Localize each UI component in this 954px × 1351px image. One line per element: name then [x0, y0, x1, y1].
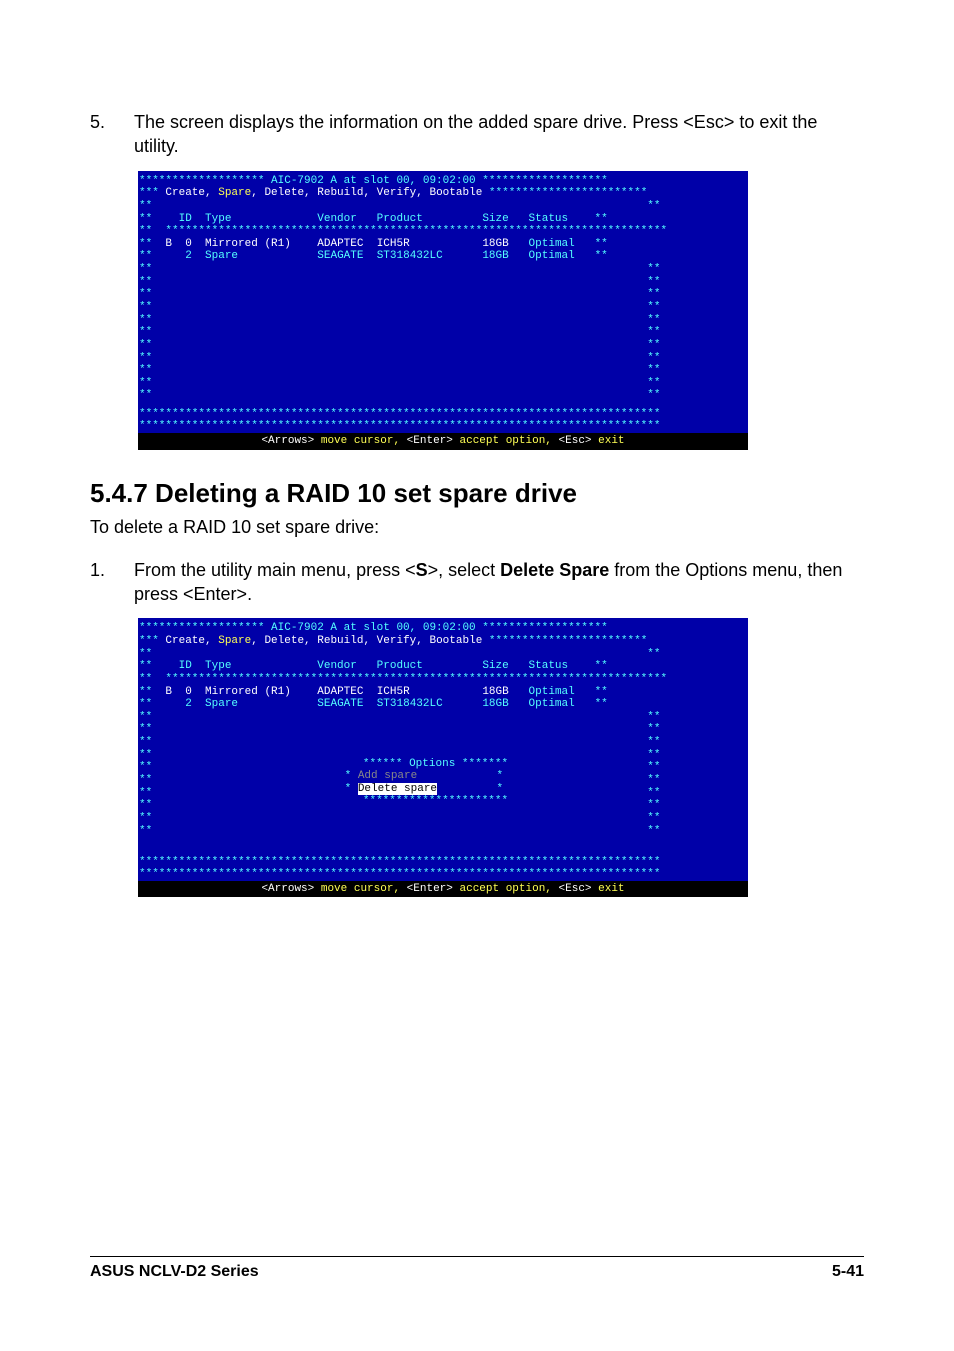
help-esc: <Esc> — [559, 435, 592, 447]
footer-left: ASUS NCLV-D2 Series — [90, 1263, 259, 1281]
menu-spare-selected: Spare — [218, 187, 251, 199]
col-size: Size — [482, 213, 508, 225]
stars-icon: *** — [139, 187, 165, 199]
col-id: ID — [179, 213, 192, 225]
step-1-number: 1. — [90, 558, 134, 607]
menu-spare-selected: Spare — [218, 635, 251, 647]
section-subtext: To delete a RAID 10 set spare drive: — [90, 517, 864, 538]
menu-bootable: Bootable — [429, 187, 482, 199]
bios2-row-2: ** 2 Spare SEAGATE ST318432LC 18GB Optim… — [138, 698, 748, 711]
options-popup: ****** Options ******* * Add spare * * D… — [338, 758, 533, 809]
menu-verify: Verify — [377, 187, 417, 199]
bios1-bottom2: ****************************************… — [138, 420, 748, 433]
bios1-row-2: ** 2 Spare SEAGATE ST318432LC 18GB Optim… — [138, 250, 748, 263]
col-product: Product — [377, 213, 423, 225]
bios2-title: ******************* AIC-7902 A at slot 0… — [138, 622, 748, 635]
bios2-menu: *** Create, Spare, Delete, Rebuild, Veri… — [138, 635, 748, 648]
help-enter: <Enter> — [407, 435, 453, 447]
page-footer: ASUS NCLV-D2 Series 5-41 — [90, 1256, 864, 1281]
bios1-data-area: ** B 0 Mirrored (R1) ADAPTEC ICH5R 18GB … — [138, 238, 748, 408]
bios1-spacer-row: ** ** — [138, 200, 748, 213]
bios2-data-area: ** B 0 Mirrored (R1) ADAPTEC ICH5R 18GB … — [138, 686, 748, 856]
menu-create: Create — [165, 187, 205, 199]
options-popup-title: ****** Options ******* — [338, 758, 533, 771]
bios2-helpbar: <Arrows> move cursor, <Enter> accept opt… — [138, 881, 748, 898]
menu-rebuild: Rebuild — [317, 187, 363, 199]
col-type: Type — [205, 213, 231, 225]
bios2-row-1: ** B 0 Mirrored (R1) ADAPTEC ICH5R 18GB … — [138, 686, 748, 699]
help-arrows: <Arrows> — [261, 435, 314, 447]
bios-screenshot-2: ******************* AIC-7902 A at slot 0… — [138, 618, 748, 897]
step-1-text: From the utility main menu, press <S>, s… — [134, 558, 864, 607]
col-vendor: Vendor — [317, 213, 357, 225]
col-status: Status — [529, 213, 569, 225]
options-popup-bottom: ********************** — [338, 795, 533, 808]
side-stars-icon: ** — [139, 213, 152, 225]
menu-delete: Delete — [264, 187, 304, 199]
bios1-column-headers: ** ID Type Vendor Product Size Status ** — [138, 213, 748, 226]
bios-screenshot-1: ******************* AIC-7902 A at slot 0… — [138, 171, 748, 450]
bios1-bottom1: ****************************************… — [138, 408, 748, 421]
footer-right: 5-41 — [832, 1263, 864, 1281]
section-heading: 5.4.7 Deleting a RAID 10 set spare drive — [90, 478, 864, 509]
step-1: 1. From the utility main menu, press <S>… — [90, 558, 864, 607]
bios1-menu: *** Create, Spare, Delete, Rebuild, Veri… — [138, 187, 748, 200]
bios1-sep: ** *************************************… — [138, 225, 748, 238]
step-5-number: 5. — [90, 110, 134, 159]
step-5-text: The screen displays the information on t… — [134, 110, 864, 159]
stars-icon: ************************ — [482, 187, 647, 199]
option-delete-spare[interactable]: * Delete spare * — [338, 783, 533, 796]
option-add-spare[interactable]: * Add spare * — [338, 770, 533, 783]
bios1-helpbar: <Arrows> move cursor, <Enter> accept opt… — [138, 433, 748, 450]
bios2-column-headers: ** ID Type Vendor Product Size Status ** — [138, 660, 748, 673]
side-stars-icon: ** — [595, 213, 608, 225]
bios1-title: ******************* AIC-7902 A at slot 0… — [138, 175, 748, 188]
bios1-row-1: ** B 0 Mirrored (R1) ADAPTEC ICH5R 18GB … — [138, 238, 748, 251]
step-5: 5. The screen displays the information o… — [90, 110, 864, 159]
